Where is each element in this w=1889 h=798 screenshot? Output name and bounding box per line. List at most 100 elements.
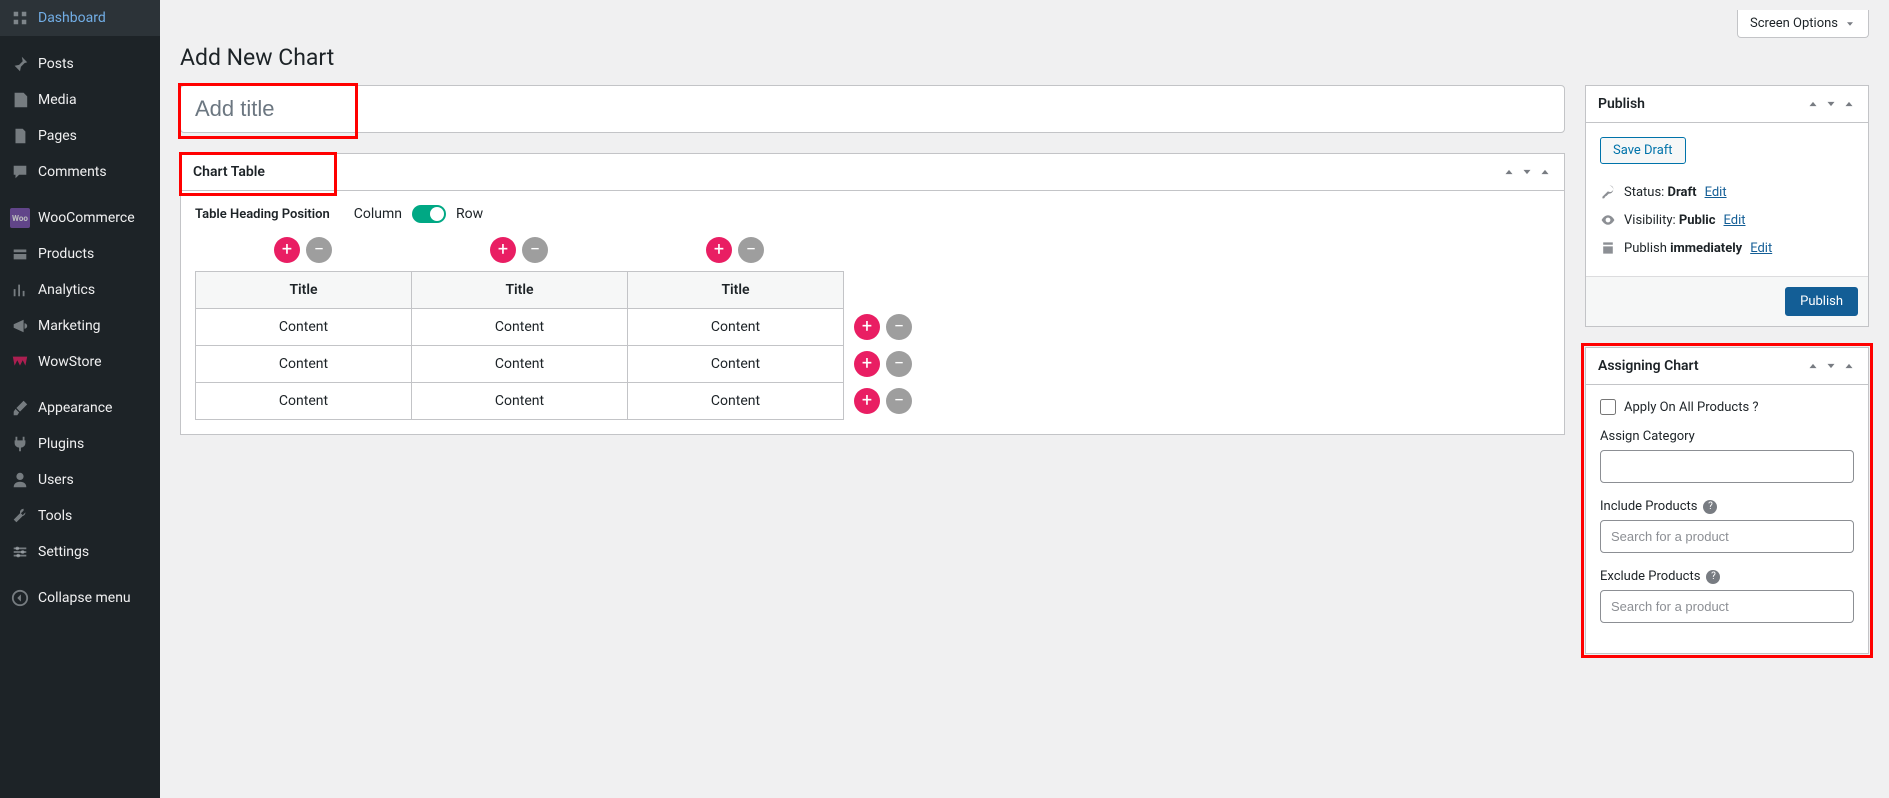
- sidebar-label: WowStore: [38, 354, 102, 370]
- sidebar-label: Posts: [38, 56, 74, 72]
- sidebar-label: Media: [38, 92, 77, 108]
- sidebar-item-media[interactable]: Media: [0, 82, 160, 118]
- post-title-input[interactable]: [180, 85, 1565, 133]
- chevron-up-icon[interactable]: [1806, 97, 1820, 111]
- apply-all-products-checkbox[interactable]: [1600, 399, 1616, 415]
- sidebar-label: WooCommerce: [38, 210, 135, 226]
- analytics-icon: [10, 280, 30, 300]
- include-products-input[interactable]: [1600, 520, 1854, 553]
- sidebar-item-marketing[interactable]: Marketing: [0, 308, 160, 344]
- status-row: Status: Draft Edit: [1600, 178, 1854, 206]
- sidebar-item-comments[interactable]: Comments: [0, 154, 160, 190]
- heading-position-toggle[interactable]: [412, 205, 446, 223]
- panel-title: Chart Table: [193, 164, 265, 180]
- toggle-panel-icon[interactable]: [1842, 97, 1856, 111]
- sidebar-label: Marketing: [38, 318, 101, 334]
- marketing-icon: [10, 316, 30, 336]
- sidebar-item-wowstore[interactable]: WowStore: [0, 344, 160, 380]
- sidebar-label: Users: [38, 472, 74, 488]
- add-column-button[interactable]: +: [274, 237, 300, 263]
- sidebar-item-dashboard[interactable]: Dashboard: [0, 0, 160, 36]
- add-row-button[interactable]: +: [854, 351, 880, 377]
- sidebar-item-woocommerce[interactable]: Woo WooCommerce: [0, 200, 160, 236]
- sidebar-item-settings[interactable]: Settings: [0, 534, 160, 570]
- assigning-chart-panel: Assigning Chart Apply On All Products ? …: [1585, 347, 1869, 654]
- user-icon: [10, 470, 30, 490]
- visibility-row: Visibility: Public Edit: [1600, 206, 1854, 234]
- table-cell[interactable]: Content: [628, 383, 844, 420]
- add-column-button[interactable]: +: [706, 237, 732, 263]
- edit-schedule-link[interactable]: Edit: [1750, 241, 1772, 256]
- table-cell[interactable]: Content: [412, 346, 628, 383]
- table-header-cell[interactable]: Title: [196, 272, 412, 309]
- sidebar-item-posts[interactable]: Posts: [0, 46, 160, 82]
- sidebar-label: Appearance: [38, 400, 112, 416]
- exclude-products-input[interactable]: [1600, 590, 1854, 623]
- publish-panel: Publish Save Draft Status: Draft Edit: [1585, 85, 1869, 327]
- plug-icon: [10, 434, 30, 454]
- chevron-down-icon[interactable]: [1520, 165, 1534, 179]
- remove-row-button[interactable]: −: [886, 314, 912, 340]
- help-icon[interactable]: ?: [1706, 570, 1720, 584]
- sidebar-item-plugins[interactable]: Plugins: [0, 426, 160, 462]
- media-icon: [10, 90, 30, 110]
- chevron-down-icon: [1844, 18, 1856, 30]
- screen-options-button[interactable]: Screen Options: [1737, 10, 1869, 38]
- sidebar-collapse[interactable]: Collapse menu: [0, 580, 160, 616]
- row-label: Row: [456, 206, 483, 222]
- edit-status-link[interactable]: Edit: [1705, 185, 1727, 200]
- calendar-icon: [1600, 240, 1616, 256]
- sidebar-label: Plugins: [38, 436, 84, 452]
- add-row-button[interactable]: +: [854, 314, 880, 340]
- chevron-down-icon[interactable]: [1824, 97, 1838, 111]
- sidebar-item-users[interactable]: Users: [0, 462, 160, 498]
- remove-column-button[interactable]: −: [522, 237, 548, 263]
- chevron-down-icon[interactable]: [1824, 359, 1838, 373]
- table-cell[interactable]: Content: [628, 309, 844, 346]
- help-icon[interactable]: ?: [1703, 500, 1717, 514]
- apply-all-label: Apply On All Products ?: [1624, 400, 1759, 415]
- sidebar-item-appearance[interactable]: Appearance: [0, 390, 160, 426]
- sidebar-item-analytics[interactable]: Analytics: [0, 272, 160, 308]
- assign-category-input[interactable]: [1600, 450, 1854, 483]
- remove-column-button[interactable]: −: [738, 237, 764, 263]
- toggle-panel-icon[interactable]: [1842, 359, 1856, 373]
- add-row-button[interactable]: +: [854, 388, 880, 414]
- sidebar-label: Comments: [38, 164, 107, 180]
- sidebar-item-products[interactable]: Products: [0, 236, 160, 272]
- status-label: Status: Draft: [1624, 185, 1697, 200]
- woocommerce-icon: Woo: [10, 208, 30, 228]
- page-title: Add New Chart: [180, 44, 1869, 71]
- sidebar-item-pages[interactable]: Pages: [0, 118, 160, 154]
- table-header-cell[interactable]: Title: [412, 272, 628, 309]
- heading-position-label: Table Heading Position: [195, 207, 330, 222]
- chevron-up-icon[interactable]: [1502, 165, 1516, 179]
- publish-button[interactable]: Publish: [1785, 287, 1858, 316]
- toggle-panel-icon[interactable]: [1538, 165, 1552, 179]
- sidebar-label: Settings: [38, 544, 89, 560]
- table-cell[interactable]: Content: [628, 346, 844, 383]
- panel-title: Assigning Chart: [1598, 358, 1699, 374]
- collapse-icon: [10, 588, 30, 608]
- table-cell[interactable]: Content: [196, 309, 412, 346]
- table-cell[interactable]: Content: [196, 383, 412, 420]
- chart-table-panel: Chart Table Table Heading Position Colum…: [180, 153, 1565, 435]
- products-icon: [10, 244, 30, 264]
- table-cell[interactable]: Content: [412, 309, 628, 346]
- table-cell[interactable]: Content: [196, 346, 412, 383]
- remove-row-button[interactable]: −: [886, 388, 912, 414]
- save-draft-button[interactable]: Save Draft: [1600, 137, 1686, 164]
- pin-icon: [10, 54, 30, 74]
- sidebar-item-tools[interactable]: Tools: [0, 498, 160, 534]
- panel-title: Publish: [1598, 96, 1645, 112]
- remove-column-button[interactable]: −: [306, 237, 332, 263]
- table-cell[interactable]: Content: [412, 383, 628, 420]
- add-column-button[interactable]: +: [490, 237, 516, 263]
- chevron-up-icon[interactable]: [1806, 359, 1820, 373]
- key-icon: [1600, 184, 1616, 200]
- edit-visibility-link[interactable]: Edit: [1724, 213, 1746, 228]
- schedule-label: Publish immediately: [1624, 241, 1742, 256]
- remove-row-button[interactable]: −: [886, 351, 912, 377]
- exclude-products-label: Exclude Products ?: [1600, 569, 1854, 584]
- table-header-cell[interactable]: Title: [628, 272, 844, 309]
